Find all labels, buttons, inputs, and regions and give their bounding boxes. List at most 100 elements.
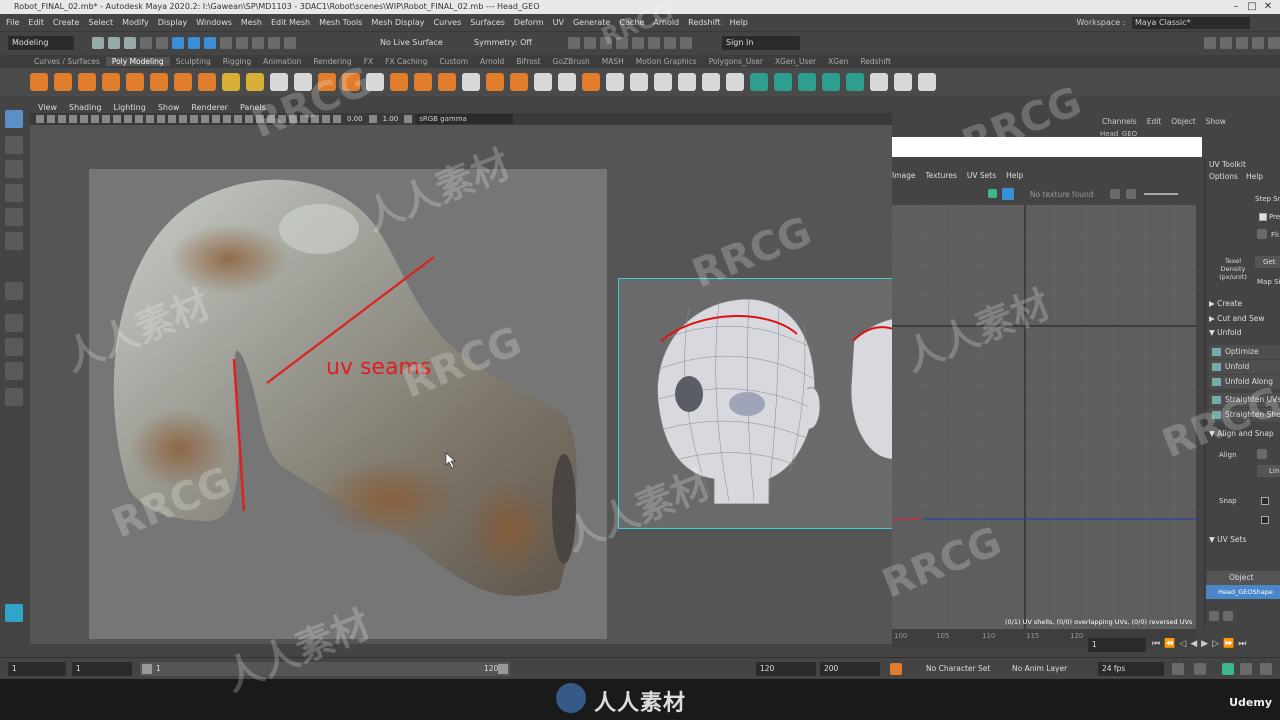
mode-dropdown[interactable]: Modeling	[8, 36, 74, 50]
xray-icon[interactable]	[300, 115, 308, 123]
straighten-shell-button[interactable]: Straighten Shell	[1209, 408, 1280, 422]
camera-icon[interactable]	[36, 115, 44, 123]
fps-dropdown[interactable]: 24 fps	[1098, 662, 1164, 676]
shelf-tab[interactable]: XGen	[822, 57, 854, 66]
range-end-field[interactable]: 120	[756, 662, 816, 676]
viewport-menu-shading[interactable]: Shading	[69, 103, 102, 112]
bridge-icon[interactable]	[414, 73, 432, 91]
shelf-tab[interactable]: Redshift	[854, 57, 896, 66]
anti-aliasing-icon[interactable]	[267, 115, 275, 123]
attribute-editor-icon[interactable]	[1220, 37, 1232, 49]
step-forward-key-icon[interactable]: ⏩	[1223, 639, 1234, 649]
menu-uv[interactable]: UV	[553, 18, 564, 27]
merge-icon[interactable]	[510, 73, 528, 91]
poly-disc-icon[interactable]	[174, 73, 192, 91]
uv-cut-icon[interactable]	[918, 73, 936, 91]
key-icon[interactable]	[1222, 663, 1234, 675]
xray-joints-icon[interactable]	[311, 115, 319, 123]
symmetry-dropdown[interactable]: Symmetry: Off	[470, 36, 552, 50]
menu-edit-mesh[interactable]: Edit Mesh	[271, 18, 310, 27]
uvset-add-icon[interactable]	[1223, 611, 1233, 621]
step-back-key-icon[interactable]: ⏪	[1164, 639, 1175, 649]
menu-help[interactable]: Help	[730, 18, 748, 27]
render-view-icon[interactable]	[632, 37, 644, 49]
image-dim-icon[interactable]	[1126, 189, 1136, 199]
shelf-tab[interactable]: Arnold	[474, 57, 510, 66]
render-frame-icon[interactable]	[568, 37, 580, 49]
menu-display[interactable]: Display	[158, 18, 188, 27]
play-back-icon[interactable]: ◀	[1190, 639, 1197, 649]
loop-icon[interactable]	[1172, 663, 1184, 675]
bookmark-icon[interactable]	[58, 115, 66, 123]
depth-of-field-icon[interactable]	[278, 115, 286, 123]
uv-transfer-icon[interactable]	[822, 73, 840, 91]
menu-modify[interactable]: Modify	[122, 18, 149, 27]
workspace-selector[interactable]: Workspace : Maya Classic*	[1076, 17, 1250, 29]
go-to-start-icon[interactable]: ⏮	[1152, 639, 1160, 649]
shelf-tab[interactable]: Animation	[257, 57, 307, 66]
anim-prefs-icon[interactable]	[1260, 663, 1272, 675]
camera-attr-icon[interactable]	[47, 115, 55, 123]
safe-action-icon[interactable]	[157, 115, 165, 123]
resolution-gate-icon[interactable]	[124, 115, 132, 123]
channel-tab-show[interactable]: Show	[1206, 117, 1226, 126]
menu-windows[interactable]: Windows	[196, 18, 232, 27]
shelf-tab[interactable]: MASH	[596, 57, 630, 66]
sign-in-dropdown[interactable]: Sign In	[722, 36, 800, 50]
menu-cache[interactable]: Cache	[619, 18, 644, 27]
uv-shell-icon[interactable]	[774, 73, 792, 91]
single-perspective-layout-icon[interactable]	[5, 314, 23, 332]
range-handle-left[interactable]	[142, 664, 152, 674]
preview-checkbox[interactable]	[1259, 213, 1267, 221]
move-tool-icon[interactable]	[5, 184, 23, 202]
ambient-occlusion-icon[interactable]	[245, 115, 253, 123]
ipr-render-icon[interactable]	[584, 37, 596, 49]
modeling-toolkit-icon[interactable]	[1204, 37, 1216, 49]
shelf-tab[interactable]: Sculpting	[170, 57, 217, 66]
menu-file[interactable]: File	[6, 18, 19, 27]
uv-stitch-icon[interactable]	[894, 73, 912, 91]
section-cut-and-sew[interactable]: ▶ Cut and Sew	[1209, 314, 1264, 323]
auto-map-icon[interactable]	[654, 73, 672, 91]
smooth-icon[interactable]	[318, 73, 336, 91]
uvset-selected-row[interactable]: Head_GEOShape	[1206, 585, 1280, 599]
snap-checkbox-2[interactable]	[1261, 516, 1269, 524]
unfold-along-button[interactable]: Unfold Along	[1209, 375, 1280, 389]
layout-uv-icon[interactable]	[750, 73, 768, 91]
viewport-menu-renderer[interactable]: Renderer	[191, 103, 228, 112]
shelf-tab[interactable]: Motion Graphics	[630, 57, 703, 66]
separate-icon[interactable]	[294, 73, 312, 91]
uv-menu-uvsets[interactable]: UV Sets	[967, 171, 996, 180]
unfold-icon[interactable]	[726, 73, 744, 91]
combine-icon[interactable]	[270, 73, 288, 91]
dim-slider[interactable]	[1144, 193, 1178, 195]
isolate-select-icon[interactable]	[289, 115, 297, 123]
close-icon[interactable]: ✕	[1262, 1, 1274, 13]
exposure-value[interactable]: 0.00	[344, 115, 366, 123]
platonic-icon[interactable]	[198, 73, 216, 91]
shelf-tab[interactable]: Bifrost	[510, 57, 546, 66]
range-start-field[interactable]: 1	[72, 662, 132, 676]
shelf-tab-active[interactable]: Poly Modeling	[105, 57, 170, 66]
menu-create[interactable]: Create	[53, 18, 80, 27]
uvset-link-icon[interactable]	[1209, 611, 1219, 621]
menu-redshift[interactable]: Redshift	[688, 18, 720, 27]
extrude-icon[interactable]	[390, 73, 408, 91]
target-weld-icon[interactable]	[558, 73, 576, 91]
snap-grid-icon[interactable]	[220, 37, 232, 49]
bevel-icon[interactable]	[438, 73, 456, 91]
type-icon[interactable]	[222, 73, 240, 91]
live-surface-field[interactable]: No Live Surface	[376, 36, 456, 50]
texture-toggle-icon[interactable]	[988, 189, 997, 198]
shelf-tab[interactable]: Rigging	[217, 57, 257, 66]
four-view-layout-icon[interactable]	[5, 338, 23, 356]
rs-render-icon[interactable]	[648, 37, 660, 49]
uv-grid-icon[interactable]	[870, 73, 888, 91]
smooth-shade-icon[interactable]	[190, 115, 198, 123]
sew-uv-icon[interactable]	[702, 73, 720, 91]
align-min-icon[interactable]	[1257, 449, 1267, 459]
anim-layer-dropdown[interactable]: No Anim Layer	[1008, 662, 1092, 676]
paint-select-icon[interactable]	[5, 160, 23, 178]
wireframe-icon[interactable]	[179, 115, 187, 123]
channel-tab-edit[interactable]: Edit	[1147, 117, 1162, 126]
